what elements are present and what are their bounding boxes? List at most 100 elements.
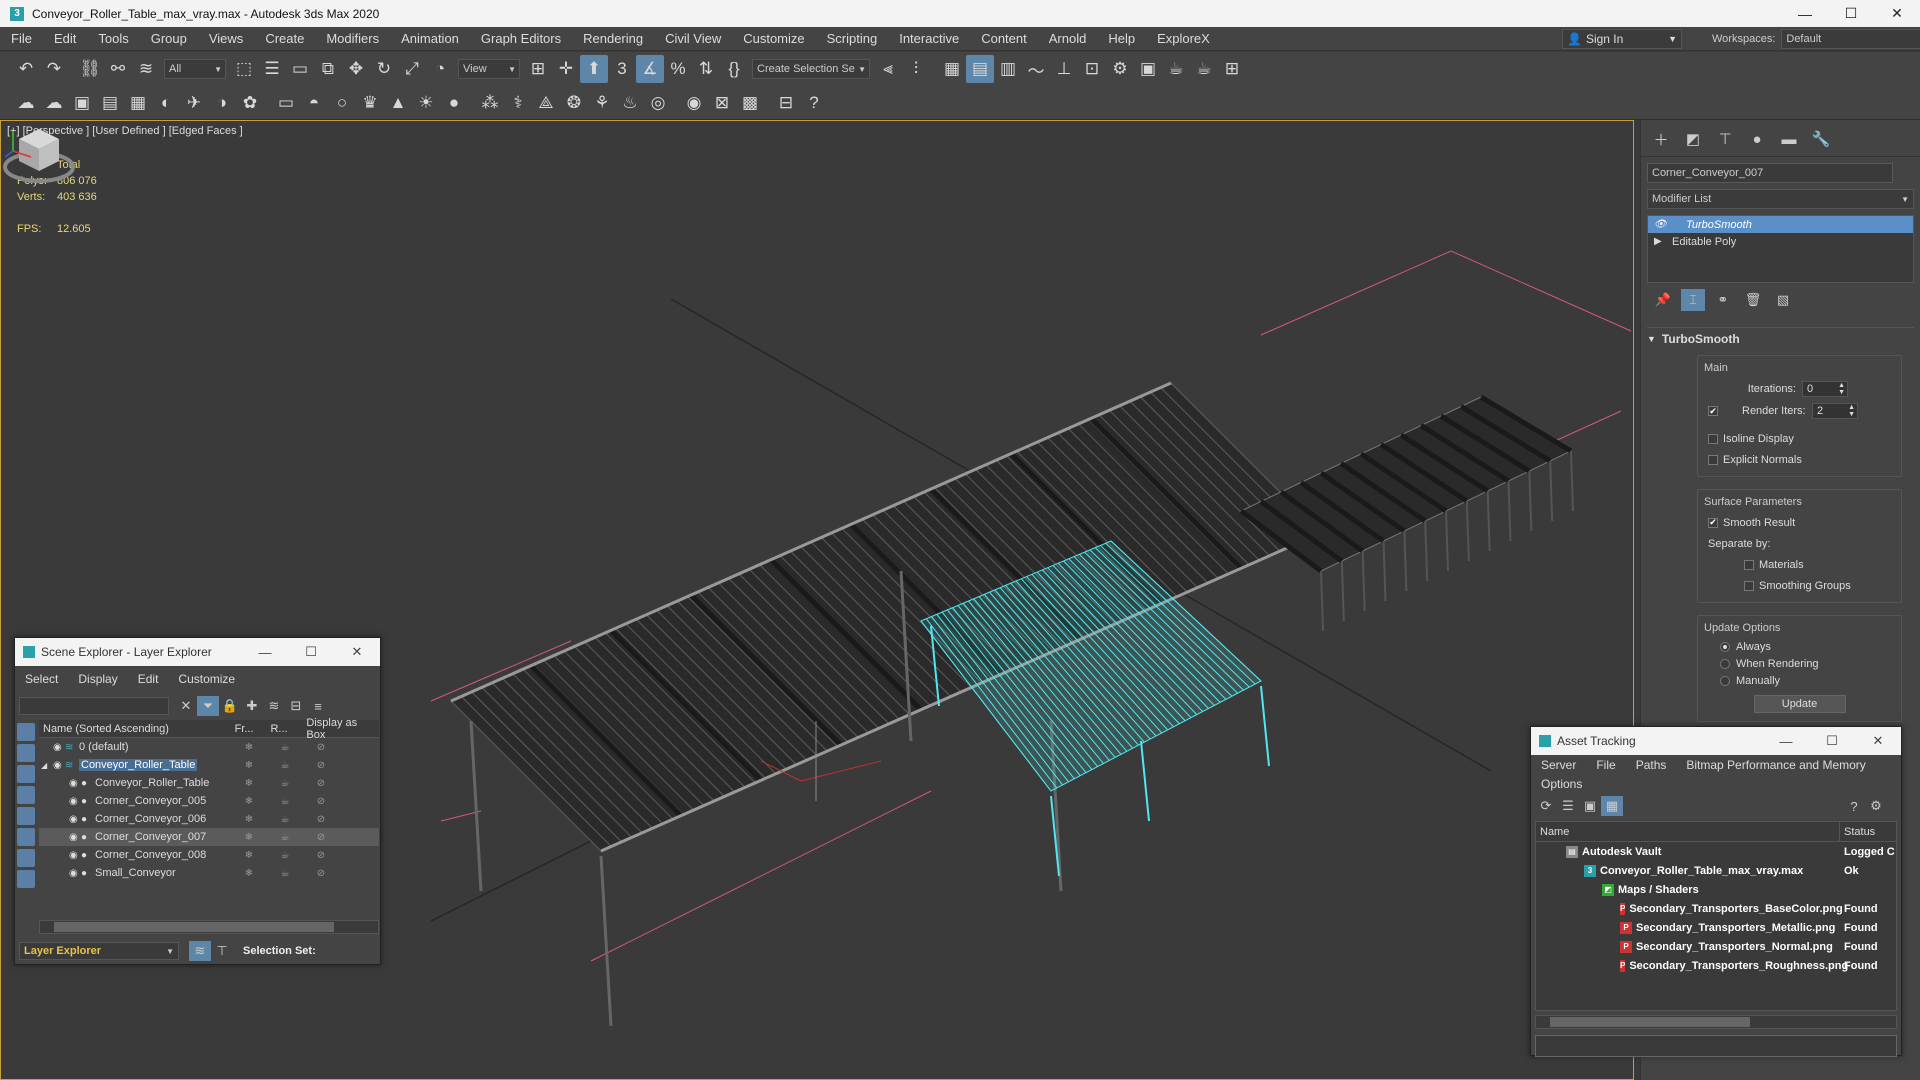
isoline-display-checkbox[interactable] <box>1708 433 1718 444</box>
se-row[interactable]: ◉ ● Corner_Conveyor_005 ❄ ☕ ⊘ <box>39 792 379 810</box>
create-layer-icon[interactable]: ✚ <box>241 696 263 716</box>
at-menu-file[interactable]: File <box>1586 758 1625 772</box>
se-col-render[interactable]: R... <box>266 723 302 735</box>
visibility-eye-icon[interactable]: ◉ <box>69 796 81 807</box>
pivot-center-icon[interactable]: ⊞ <box>524 55 552 83</box>
maximize-button[interactable]: ☐ <box>1809 727 1855 755</box>
display-shapes-icon[interactable] <box>17 744 35 762</box>
spinner-arrows-icon[interactable]: ▲ ▼ <box>1838 382 1845 396</box>
menu-tools[interactable]: Tools <box>87 31 139 46</box>
menu-create[interactable]: Create <box>254 31 315 46</box>
filter-icon[interactable]: ⏷ <box>197 696 219 716</box>
sign-in-dropdown[interactable]: 👤 Sign In ▼ <box>1562 29 1682 49</box>
help-icon[interactable]: ? <box>1843 796 1865 816</box>
minimize-button[interactable]: — <box>242 638 288 666</box>
update-button[interactable]: Update <box>1753 695 1846 713</box>
display-as-box-icon[interactable]: ⊘ <box>303 778 339 789</box>
when-rendering-radio[interactable] <box>1720 658 1730 669</box>
render-teapot-icon[interactable]: ☕ <box>267 850 303 861</box>
mirror-icon[interactable]: ⫷ <box>874 55 902 83</box>
material-sphere-icon[interactable]: ◉ <box>680 89 708 117</box>
stack-item-turbosmooth[interactable]: 👁 TurboSmooth <box>1648 216 1913 233</box>
menu-file[interactable]: File <box>0 31 43 46</box>
selection-filter-dropdown[interactable]: All ▼ <box>164 59 226 79</box>
schematic-view-icon[interactable]: ⊥ <box>1050 55 1078 83</box>
manually-radio[interactable] <box>1720 675 1730 686</box>
asset-row[interactable]: P Secondary_Transporters_Metallic.png Foun… <box>1536 918 1896 937</box>
clear-search-icon[interactable]: ✕ <box>175 696 197 716</box>
scroll-thumb[interactable] <box>1550 1017 1750 1027</box>
scroll-thumb[interactable] <box>54 922 334 932</box>
menu-modifiers[interactable]: Modifiers <box>315 31 390 46</box>
vr-icon[interactable]: ✈ <box>180 89 208 117</box>
maximize-button[interactable]: ☐ <box>288 638 334 666</box>
list-view-icon[interactable]: ☰ <box>1557 796 1579 816</box>
bake-icon[interactable]: ▩ <box>736 89 764 117</box>
at-menu-paths[interactable]: Paths <box>1626 758 1677 772</box>
reference-coordinate-dropdown[interactable]: View ▼ <box>458 59 520 79</box>
material-icon[interactable]: ▦ <box>124 89 152 117</box>
sphere-fade-icon[interactable]: ❂ <box>560 89 588 117</box>
display-as-box-icon[interactable]: ⊘ <box>303 760 339 771</box>
rendered-frame-window-icon[interactable]: ▣ <box>1134 55 1162 83</box>
hierarchy-icon[interactable]: ⊤ <box>211 941 233 961</box>
display-xrefs-icon[interactable] <box>17 870 35 888</box>
keyboard-shortcut-override-icon[interactable]: ⬆ <box>580 55 608 83</box>
freeze-snowflake-icon[interactable]: ❄ <box>231 832 267 843</box>
display-geometry-icon[interactable] <box>17 723 35 741</box>
dome-light-icon[interactable]: ◓ <box>300 89 328 117</box>
at-col-status[interactable]: Status <box>1840 826 1875 838</box>
light-lister-icon[interactable]: ◐ <box>152 89 180 117</box>
render-settings-icon[interactable]: ▤ <box>96 89 124 117</box>
bind-space-warp-icon[interactable]: ≋ <box>132 55 160 83</box>
at-horizontal-scrollbar[interactable] <box>1535 1015 1897 1029</box>
layer-explorer-icon[interactable]: ≋ <box>189 941 211 961</box>
render-in-cloud-icon[interactable]: ⊞ <box>1218 55 1246 83</box>
select-object-icon[interactable]: ⬚ <box>230 55 258 83</box>
motion-tab-icon[interactable]: ● <box>1741 128 1773 150</box>
thumbnail-view-icon[interactable]: ▣ <box>1579 796 1601 816</box>
menu-explorex[interactable]: ExploreX <box>1146 31 1221 46</box>
se-menu-customize[interactable]: Customize <box>168 672 245 686</box>
render-production-icon[interactable]: ☕ <box>1162 55 1190 83</box>
render-setup-icon[interactable]: ⚙ <box>1106 55 1134 83</box>
lens-icon[interactable]: ◑ <box>208 89 236 117</box>
toggle-layer-explorer-icon[interactable]: ▤ <box>966 55 994 83</box>
hf-icon[interactable]: ♨ <box>616 89 644 117</box>
menu-content[interactable]: Content <box>970 31 1038 46</box>
render-iters-checkbox[interactable]: ✔ <box>1708 406 1718 416</box>
redo-icon[interactable]: ↷ <box>40 55 68 83</box>
window-crossing-icon[interactable]: ⧉ <box>314 55 342 83</box>
smoothing-groups-row[interactable]: Smoothing Groups <box>1704 575 1895 596</box>
remove-modifier-icon[interactable]: 🗑 <box>1741 289 1765 311</box>
display-groups-icon[interactable] <box>17 849 35 867</box>
menu-help[interactable]: Help <box>1097 31 1146 46</box>
se-menu-display[interactable]: Display <box>68 672 127 686</box>
render-teapot-icon[interactable]: ☕ <box>267 778 303 789</box>
se-row[interactable]: ◉ ● Corner_Conveyor_007 ❄ ☕ ⊘ <box>39 828 379 846</box>
lock-icon[interactable]: 🔒 <box>219 696 241 716</box>
toggle-scene-explorer-icon[interactable]: ▦ <box>938 55 966 83</box>
iterations-spinner[interactable]: 0 ▲ ▼ <box>1802 381 1848 397</box>
export-icon[interactable]: ⊟ <box>772 89 800 117</box>
add-to-layer-icon[interactable]: ≋ <box>263 696 285 716</box>
minimize-button[interactable]: — <box>1763 727 1809 755</box>
link-icon[interactable]: ⛓ <box>76 55 104 83</box>
asset-row[interactable]: ◩ Maps / Shaders <box>1536 880 1896 899</box>
maximize-button[interactable]: ☐ <box>1828 0 1874 27</box>
smooth-result-checkbox[interactable]: ✔ <box>1708 517 1718 528</box>
freeze-snowflake-icon[interactable]: ❄ <box>231 796 267 807</box>
display-helpers-icon[interactable] <box>17 807 35 825</box>
utilities-tab-icon[interactable]: 🔧 <box>1805 128 1837 150</box>
always-radio[interactable] <box>1720 641 1730 652</box>
ies-light-icon[interactable]: ▲ <box>384 89 412 117</box>
menu-graph-editors[interactable]: Graph Editors <box>470 31 572 46</box>
render-teapot-icon[interactable]: ☕ <box>267 814 303 825</box>
select-by-name-icon[interactable]: ☰ <box>258 55 286 83</box>
create-tab-icon[interactable]: ＋ <box>1645 128 1677 150</box>
manually-row[interactable]: Manually <box>1704 672 1895 689</box>
scene-explorer-title-bar[interactable]: Scene Explorer - Layer Explorer — ☐ ✕ <box>15 638 380 666</box>
pin-stack-icon[interactable]: 📌 <box>1651 289 1675 311</box>
rectangular-selection-icon[interactable]: ▭ <box>286 55 314 83</box>
spinner-snap-icon[interactable]: ⇅ <box>692 55 720 83</box>
